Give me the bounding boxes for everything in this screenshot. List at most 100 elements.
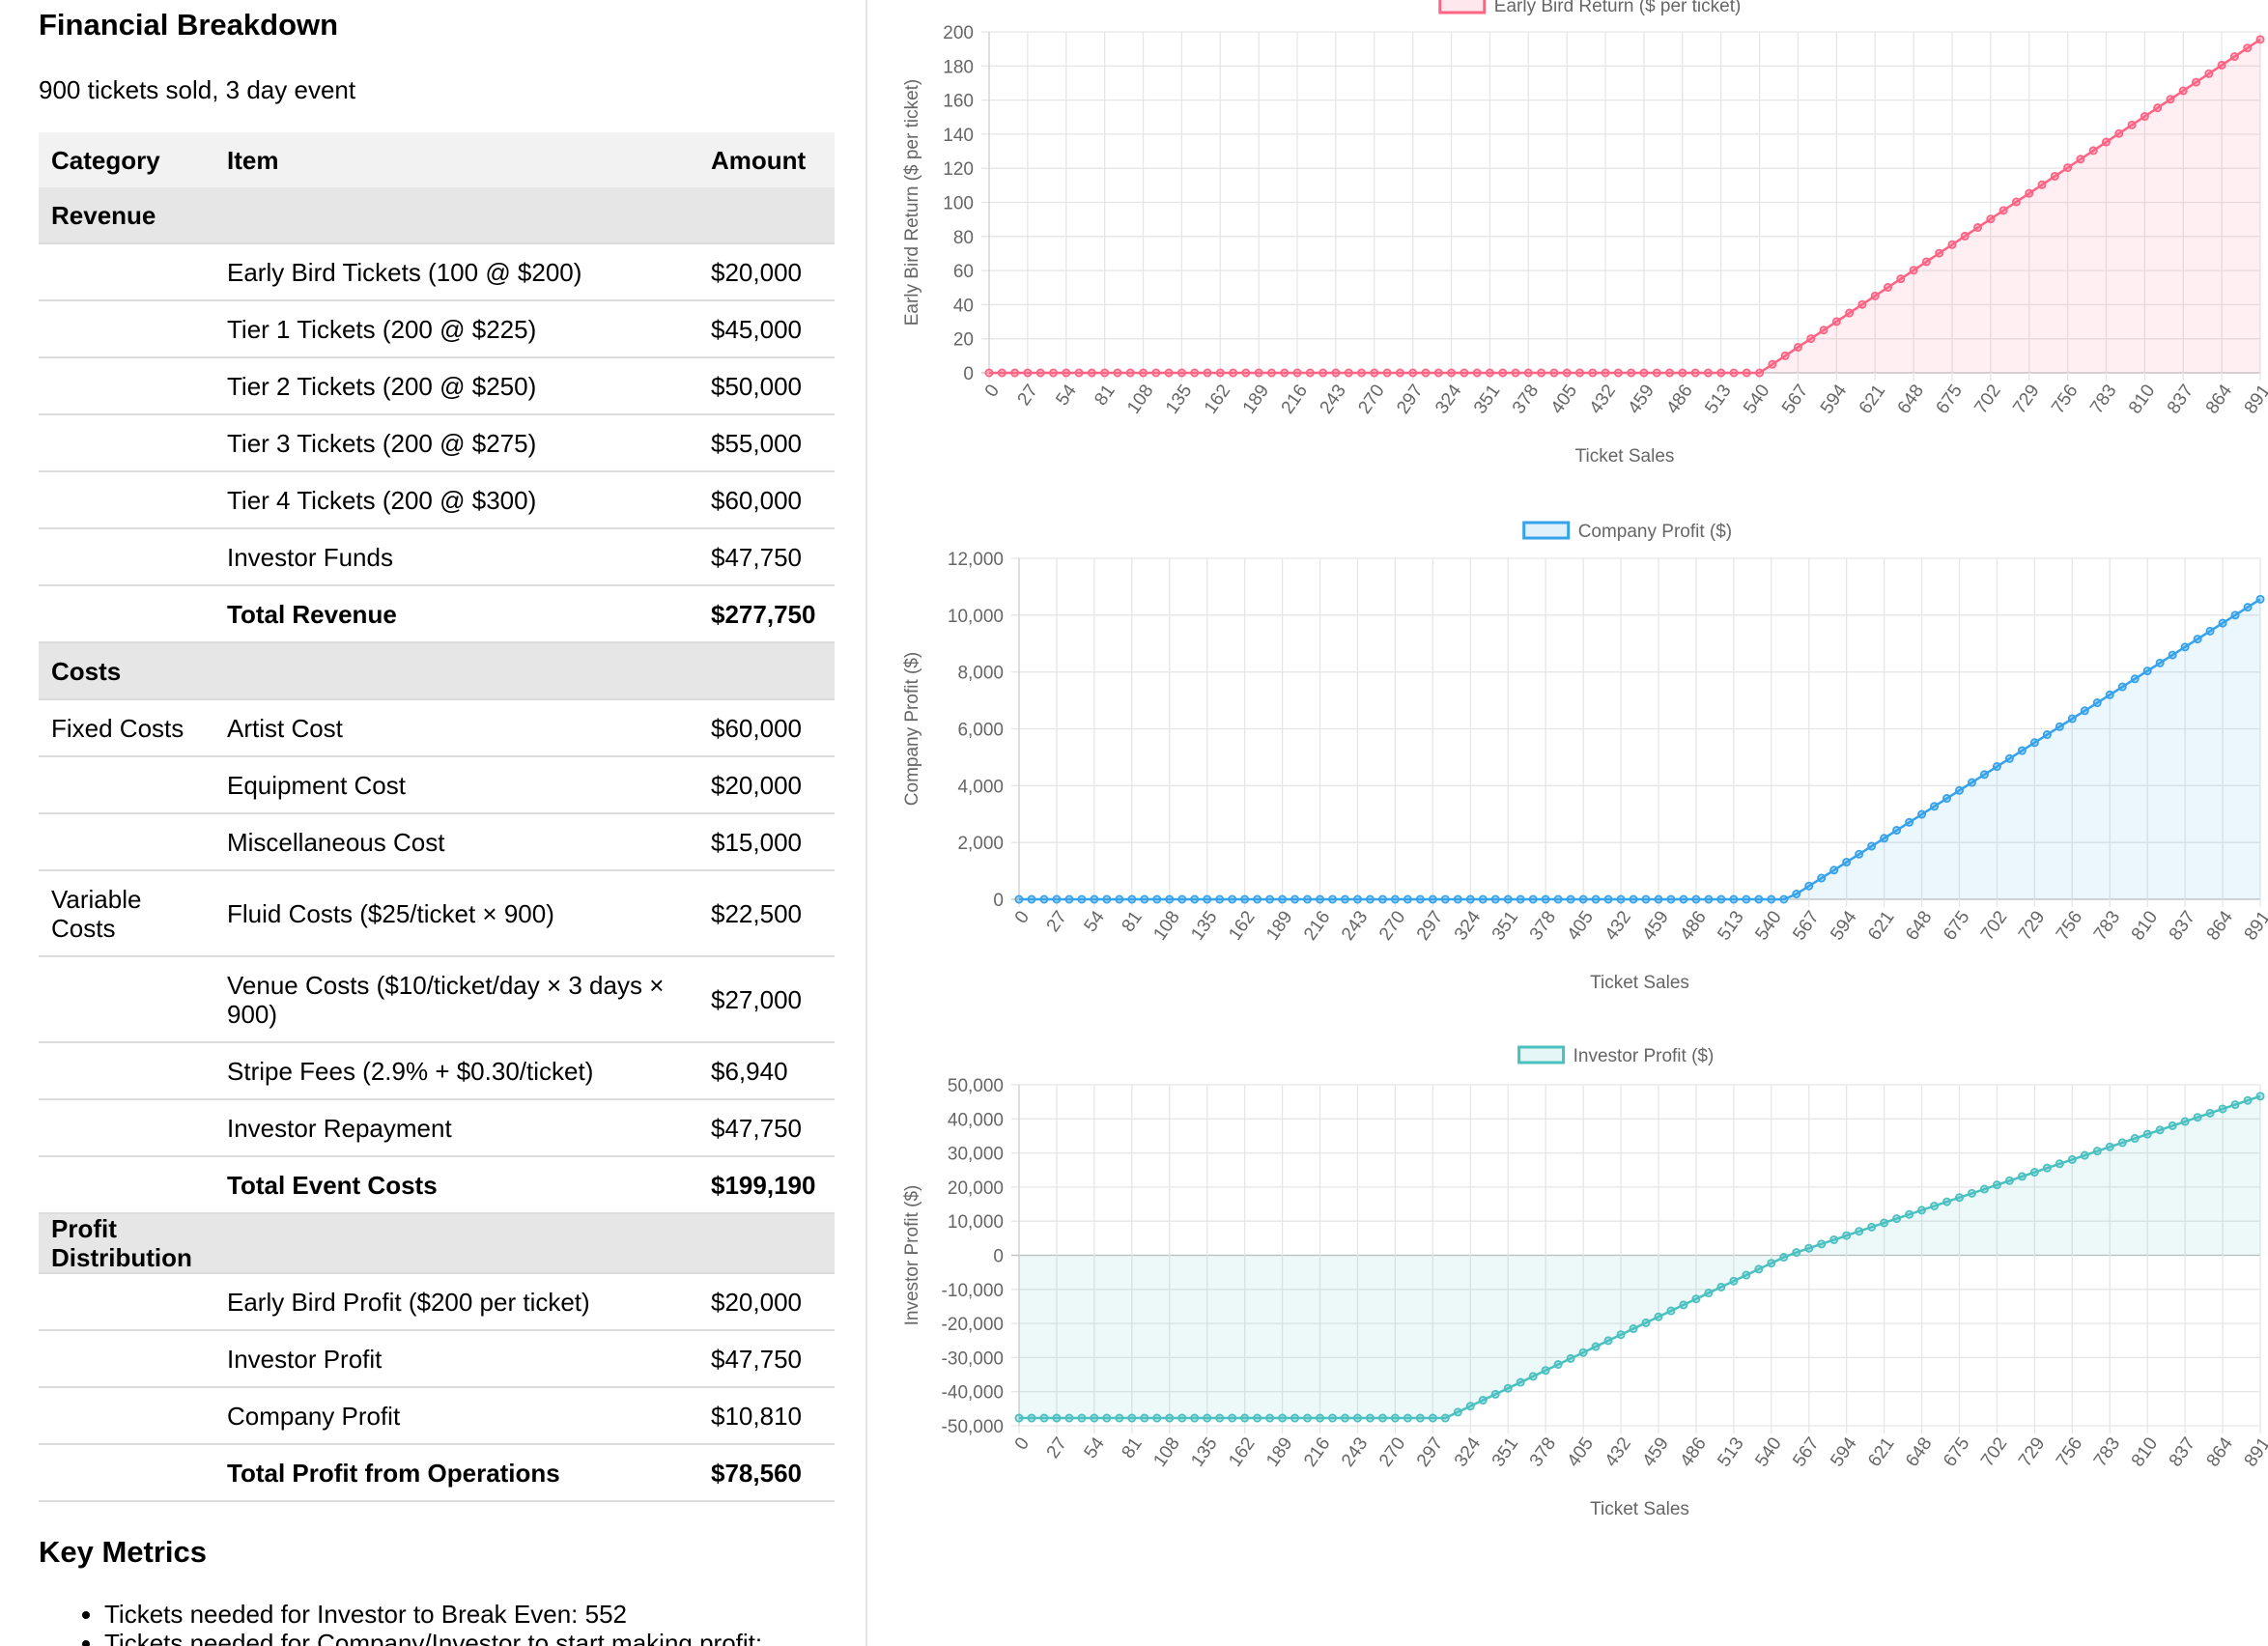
y-tick-label: 80 xyxy=(953,228,974,248)
data-point xyxy=(1490,894,1500,904)
table-row: Investor Profit $47,750 xyxy=(39,1330,835,1388)
data-point xyxy=(1027,894,1036,904)
x-tick-label: 81 xyxy=(1118,907,1146,935)
data-point xyxy=(1190,894,1200,904)
y-tick-label: 6,000 xyxy=(957,721,1004,741)
data-point xyxy=(1578,894,1588,904)
data-point xyxy=(2218,1104,2227,1114)
data-point xyxy=(1729,1276,1739,1286)
table-row: Tier 2 Tickets (200 @ $250) $50,000 xyxy=(39,357,835,415)
x-tick-label: 486 xyxy=(1677,1433,1711,1470)
data-point xyxy=(1716,368,1726,378)
x-tick-label: 189 xyxy=(1262,1433,1296,1470)
x-tick-label: 351 xyxy=(1488,907,1522,944)
data-point xyxy=(1014,1413,1024,1423)
financial-table: Category Item Amount Revenue Early Bird T… xyxy=(39,132,835,1502)
data-point xyxy=(1254,368,1263,378)
data-point xyxy=(1377,1413,1387,1423)
x-tick-label: 243 xyxy=(1338,1433,1372,1470)
key-metrics-list: Tickets needed for Investor to Break Eve… xyxy=(66,1600,762,1646)
x-tick-label: 540 xyxy=(1751,907,1785,944)
data-point xyxy=(2166,95,2175,104)
cell-amount: $15,000 xyxy=(698,813,835,871)
data-point xyxy=(1842,858,1852,867)
data-point xyxy=(1290,894,1300,904)
data-point xyxy=(1992,1180,2001,1190)
legend-label: Early Bird Return ($ per ticket) xyxy=(1494,0,1742,16)
data-point xyxy=(2088,146,2098,156)
x-tick-label: 594 xyxy=(1827,907,1861,944)
data-point xyxy=(1666,1306,1676,1316)
data-point xyxy=(1228,1413,1237,1423)
data-point xyxy=(1453,1407,1462,1417)
x-tick-label: 486 xyxy=(1662,381,1696,417)
data-point xyxy=(1490,1389,1500,1399)
data-point xyxy=(1074,368,1084,378)
data-point xyxy=(2017,1172,2027,1181)
data-point xyxy=(2178,86,2188,96)
x-tick-label: 567 xyxy=(1789,1433,1823,1470)
data-point xyxy=(1603,894,1613,904)
data-point xyxy=(1690,368,1700,378)
x-tick-label: 54 xyxy=(1052,381,1081,410)
cell-amount: $60,000 xyxy=(698,471,835,529)
table-row: Venue Costs ($10/ticket/day × 3 days × 9… xyxy=(39,956,835,1043)
y-tick-label: 100 xyxy=(943,194,974,214)
x-tick-label: 297 xyxy=(1393,381,1427,417)
y-tick-label: 120 xyxy=(943,159,974,180)
cell-amount xyxy=(698,642,835,700)
cell-item xyxy=(214,1213,698,1274)
data-point xyxy=(1290,1413,1300,1423)
data-point xyxy=(1344,368,1353,378)
x-tick-label: 270 xyxy=(1375,1433,1409,1470)
x-tick-label: 675 xyxy=(1940,1433,1973,1470)
y-axis-title: Company Profit ($) xyxy=(902,652,922,806)
data-point xyxy=(1365,1413,1375,1423)
data-point xyxy=(1331,368,1341,378)
data-point xyxy=(1954,785,1964,795)
legend-swatch xyxy=(1517,1045,1566,1064)
series-area-fill xyxy=(1019,1095,2260,1419)
x-tick-label: 864 xyxy=(2202,381,2237,417)
data-point xyxy=(1165,1413,1175,1423)
table-row: Miscellaneous Cost $15,000 xyxy=(39,813,835,871)
data-point xyxy=(1428,894,1437,904)
data-point xyxy=(1870,291,1880,300)
legend-label: Company Profit ($) xyxy=(1578,522,1732,542)
data-point xyxy=(2004,1176,2014,1185)
cell-category: Fixed Costs xyxy=(39,699,214,757)
data-point xyxy=(1574,368,1584,378)
x-tick-label: 567 xyxy=(1778,381,1812,417)
data-point xyxy=(1817,1239,1827,1249)
x-tick-label: 27 xyxy=(1014,381,1042,409)
x-axis-title: Ticket Sales xyxy=(1590,1499,1689,1519)
data-point xyxy=(1754,894,1764,904)
y-tick-label: 30,000 xyxy=(948,1145,1004,1165)
data-point xyxy=(1666,894,1676,904)
x-tick-label: 702 xyxy=(1977,1433,2011,1470)
data-point xyxy=(1768,359,1777,369)
data-point xyxy=(1460,368,1469,378)
cell-category xyxy=(39,585,214,643)
x-tick-label: 675 xyxy=(1933,381,1967,417)
x-tick-label: 756 xyxy=(2048,381,2082,417)
legend-label: Investor Profit ($) xyxy=(1573,1046,1715,1066)
data-point xyxy=(2180,1117,2190,1126)
data-point xyxy=(1115,894,1124,904)
data-point xyxy=(1523,368,1533,378)
x-tick-label: 513 xyxy=(1701,381,1735,417)
x-tick-label: 216 xyxy=(1278,381,1312,417)
x-tick-label: 270 xyxy=(1354,381,1388,417)
y-tick-label: 0 xyxy=(993,1247,1004,1267)
x-tick-label: 810 xyxy=(2128,907,2162,944)
data-point xyxy=(2080,1150,2089,1160)
data-point xyxy=(1240,1413,1250,1423)
cell-category xyxy=(39,1444,214,1502)
data-point xyxy=(1113,368,1122,378)
x-tick-label: 783 xyxy=(2086,381,2120,417)
x-tick-label: 189 xyxy=(1262,907,1296,944)
data-point xyxy=(2168,1121,2177,1130)
data-point xyxy=(1265,894,1275,904)
x-tick-label: 513 xyxy=(1714,1433,1747,1470)
company-profit-chart: 0 2,000 4,000 6,000 8,000 10,000 12,000 0 27 54 81… xyxy=(902,521,2268,993)
